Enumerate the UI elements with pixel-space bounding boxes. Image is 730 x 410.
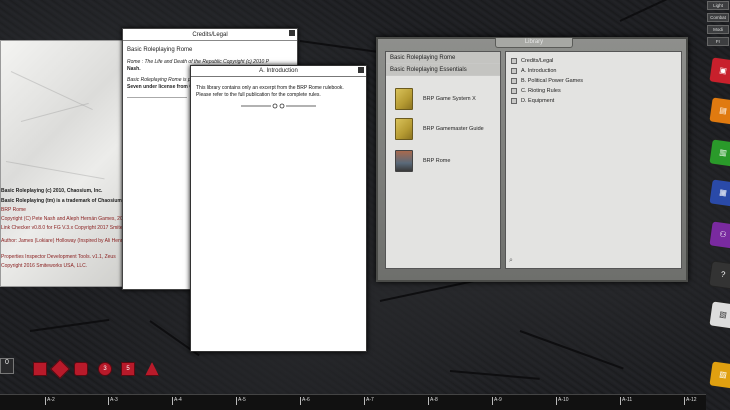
grid-label: A-12 bbox=[686, 397, 697, 403]
checkbox-icon bbox=[511, 68, 517, 74]
close-icon[interactable] bbox=[358, 67, 364, 73]
entry-equipment[interactable]: D. Equipment bbox=[506, 96, 681, 106]
book-brp-gamemaster-guide[interactable]: BRP Gamemaster Guide bbox=[395, 118, 484, 140]
book-brp-game-system[interactable]: BRP Game System X bbox=[395, 88, 476, 110]
sidebar-button-story[interactable]: ▥ bbox=[708, 138, 730, 168]
credit-line: Basic Roleplaying (c) 2010, Chaosium, In… bbox=[1, 188, 103, 194]
checkbox-icon bbox=[511, 58, 517, 64]
category-basic-roleplaying-rome[interactable]: Basic Roleplaying Rome bbox=[386, 52, 500, 64]
checkbox-icon bbox=[511, 98, 517, 104]
intro-text: Please refer to the full publication for… bbox=[196, 92, 321, 98]
grid-label: A-2 bbox=[47, 397, 55, 403]
grid-label: A-11 bbox=[622, 397, 633, 403]
book-label: BRP Gamemaster Guide bbox=[423, 126, 484, 132]
d20-die-icon[interactable] bbox=[145, 362, 159, 376]
book-icon bbox=[395, 150, 413, 172]
sidebar-button-tokens[interactable]: ⚇ bbox=[708, 220, 730, 250]
toggle-fr[interactable]: Fr bbox=[707, 37, 729, 46]
grid-label: A-4 bbox=[174, 397, 182, 403]
grid-label: A-5 bbox=[238, 397, 246, 403]
credits-panel: Basic Roleplaying (c) 2010, Chaosium, In… bbox=[0, 40, 234, 287]
sidebar-button-characters[interactable]: ▣ bbox=[708, 56, 730, 86]
d6-die-icon[interactable] bbox=[50, 359, 70, 379]
tabletop-background: Basic Roleplaying (c) 2010, Chaosium, In… bbox=[0, 0, 730, 410]
grid-label: A-8 bbox=[430, 397, 438, 403]
d12-die-icon[interactable]: 5 bbox=[121, 362, 135, 376]
library-entries-panel: Credits/Legal A. Introduction B. Politic… bbox=[505, 51, 682, 269]
book-label: BRP Game System X bbox=[423, 96, 476, 102]
grid-coordinates-bar: A-2 A-3 A-4 A-5 A-6 A-7 A-8 A-9 A-10 A-1… bbox=[0, 394, 706, 410]
credits-heading: Basic Roleplaying Rome bbox=[127, 47, 193, 53]
credit-line: Copyright 2016 Smiteworks USA, LLC. bbox=[1, 263, 88, 269]
book-brp-rome[interactable]: BRP Rome bbox=[395, 150, 450, 172]
credits-text: Nash. bbox=[127, 66, 141, 72]
library-title: Library bbox=[495, 38, 573, 48]
sidebar-button-notes[interactable]: ▤ bbox=[708, 96, 730, 126]
toggle-combat[interactable]: Combat bbox=[707, 13, 729, 22]
credits-text: Seven under license from C bbox=[127, 84, 193, 90]
category-basic-roleplaying-essentials[interactable]: Basic Roleplaying Essentials bbox=[386, 64, 500, 76]
d8-die-icon[interactable] bbox=[74, 362, 88, 376]
search-icon[interactable]: ⌕ bbox=[509, 257, 513, 265]
introduction-window-title: A. Introduction bbox=[191, 66, 366, 77]
credit-line: Basic Roleplaying (tm) is a trademark of… bbox=[1, 198, 124, 204]
book-icon bbox=[395, 88, 413, 110]
credits-window-title: Credits/Legal bbox=[123, 29, 297, 41]
credit-line: Copyright (C) Pete Nash and Aleph Hernán… bbox=[1, 216, 141, 222]
toggle-modi[interactable]: Modi bbox=[707, 25, 729, 34]
grid-label: A-9 bbox=[494, 397, 502, 403]
checkbox-icon bbox=[511, 78, 517, 84]
intro-text: This library contains only an excerpt fr… bbox=[196, 85, 344, 91]
book-icon bbox=[395, 118, 413, 140]
introduction-window[interactable]: A. Introduction This library contains on… bbox=[190, 65, 367, 352]
credits-text: Basic Roleplaying Rome is p bbox=[127, 77, 191, 83]
grid-label: A-7 bbox=[366, 397, 374, 403]
library-books-panel: Basic Roleplaying Rome Basic Roleplaying… bbox=[385, 51, 501, 269]
toggle-light[interactable]: Light bbox=[707, 1, 729, 10]
credit-line: BRP Rome bbox=[1, 207, 26, 213]
grid-label: A-3 bbox=[110, 397, 118, 403]
d10-die-icon[interactable]: 3 bbox=[98, 362, 112, 376]
credit-line: Properties Inspector Development Tools. … bbox=[1, 254, 116, 260]
entry-political-power-games[interactable]: B. Political Power Games bbox=[506, 76, 681, 86]
sidebar-button-library[interactable]: ▧ bbox=[708, 300, 730, 330]
grid-label: A-10 bbox=[558, 397, 569, 403]
entry-rioting-rules[interactable]: C. Rioting Rules bbox=[506, 86, 681, 96]
checkbox-icon bbox=[511, 88, 517, 94]
ornament-divider bbox=[241, 103, 316, 109]
sidebar-button-help[interactable]: ? bbox=[708, 260, 730, 290]
d4-die-icon[interactable] bbox=[33, 362, 47, 376]
grid-label: A-6 bbox=[302, 397, 310, 403]
entry-credits-legal[interactable]: Credits/Legal bbox=[506, 56, 681, 66]
library-window[interactable]: Library Basic Roleplaying Rome Basic Rol… bbox=[376, 37, 688, 282]
close-icon[interactable] bbox=[289, 30, 295, 36]
entry-introduction[interactable]: A. Introduction bbox=[506, 66, 681, 76]
book-label: BRP Rome bbox=[423, 158, 451, 164]
modifier-box[interactable]: 0 bbox=[0, 358, 14, 374]
sidebar-button-images[interactable]: ▦ bbox=[708, 178, 730, 208]
sidebar-button-tables[interactable]: ▨ bbox=[708, 360, 730, 390]
